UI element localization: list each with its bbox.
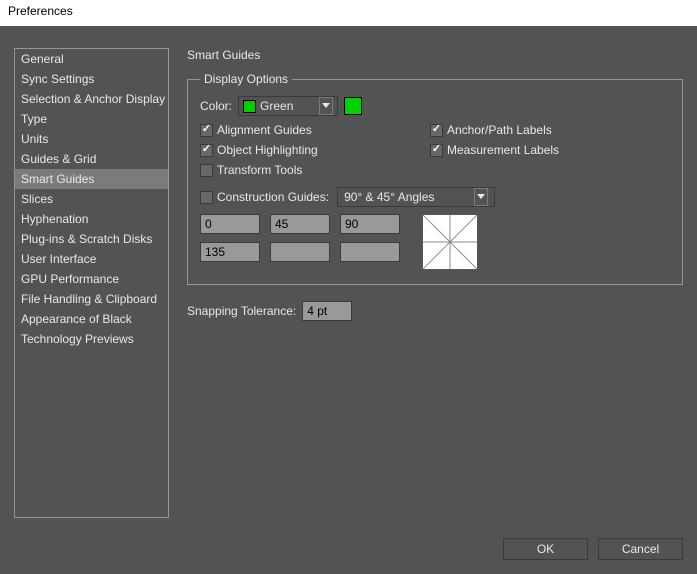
checkbox-icon	[430, 124, 443, 137]
smart-guides-panel: Smart Guides Display Options Color: Gree…	[187, 48, 683, 532]
cancel-button[interactable]: Cancel	[598, 538, 683, 560]
angle-field-2[interactable]: 90	[340, 214, 400, 234]
checkbox-icon	[430, 144, 443, 157]
object-highlighting-label: Object Highlighting	[217, 143, 318, 157]
angle-preview-icon	[422, 214, 478, 270]
checkbox-icon	[200, 191, 213, 204]
measurement-labels-label: Measurement Labels	[447, 143, 559, 157]
anchor-path-labels-label: Anchor/Path Labels	[447, 123, 552, 137]
sidebar-item-gpu-performance[interactable]: GPU Performance	[15, 269, 168, 289]
checkbox-icon	[200, 124, 213, 137]
color-swatch-icon	[243, 100, 256, 113]
object-highlighting-checkbox[interactable]: Object Highlighting	[200, 143, 430, 157]
dropdown-arrow-icon	[474, 188, 488, 206]
sidebar-item-general[interactable]: General	[15, 49, 168, 69]
sidebar-item-hyphenation[interactable]: Hyphenation	[15, 209, 168, 229]
category-sidebar: General Sync Settings Selection & Anchor…	[14, 48, 169, 518]
angle-field-0[interactable]: 0	[200, 214, 260, 234]
checkbox-icon	[200, 164, 213, 177]
angle-field-1[interactable]: 45	[270, 214, 330, 234]
sidebar-item-sync-settings[interactable]: Sync Settings	[15, 69, 168, 89]
color-name: Green	[260, 99, 293, 113]
angle-field-3[interactable]: 135	[200, 242, 260, 262]
panel-title: Smart Guides	[187, 48, 683, 62]
transform-tools-checkbox[interactable]: Transform Tools	[200, 163, 430, 177]
sidebar-item-file-handling[interactable]: File Handling & Clipboard	[15, 289, 168, 309]
construction-guides-checkbox[interactable]: Construction Guides:	[200, 190, 329, 204]
construction-guides-value: 90° & 45° Angles	[344, 190, 434, 204]
snapping-tolerance-label: Snapping Tolerance:	[187, 304, 296, 318]
snapping-tolerance-field[interactable]: 4 pt	[302, 301, 352, 321]
window-content: General Sync Settings Selection & Anchor…	[0, 26, 697, 574]
sidebar-item-slices[interactable]: Slices	[15, 189, 168, 209]
sidebar-item-type[interactable]: Type	[15, 109, 168, 129]
ok-button[interactable]: OK	[503, 538, 588, 560]
sidebar-item-units[interactable]: Units	[15, 129, 168, 149]
sidebar-item-plugins-scratch[interactable]: Plug-ins & Scratch Disks	[15, 229, 168, 249]
angle-field-4[interactable]	[270, 242, 330, 262]
checkbox-icon	[200, 144, 213, 157]
transform-tools-label: Transform Tools	[217, 163, 302, 177]
construction-guides-label: Construction Guides:	[217, 190, 329, 204]
preferences-window: Preferences General Sync Settings Select…	[0, 0, 697, 574]
sidebar-item-smart-guides[interactable]: Smart Guides	[15, 169, 168, 189]
angle-field-5[interactable]	[340, 242, 400, 262]
sidebar-item-technology-previews[interactable]: Technology Previews	[15, 329, 168, 349]
alignment-guides-checkbox[interactable]: Alignment Guides	[200, 123, 430, 137]
angle-inputs: 0 45 90 135	[200, 214, 400, 264]
dialog-buttons: OK Cancel	[14, 532, 683, 560]
display-options-legend: Display Options	[200, 72, 292, 86]
sidebar-item-user-interface[interactable]: User Interface	[15, 249, 168, 269]
construction-guides-dropdown[interactable]: 90° & 45° Angles	[337, 187, 495, 207]
sidebar-item-selection-anchor[interactable]: Selection & Anchor Display	[15, 89, 168, 109]
window-title: Preferences	[0, 0, 697, 26]
measurement-labels-checkbox[interactable]: Measurement Labels	[430, 143, 670, 157]
sidebar-item-guides-grid[interactable]: Guides & Grid	[15, 149, 168, 169]
alignment-guides-label: Alignment Guides	[217, 123, 312, 137]
color-dropdown[interactable]: Green	[238, 96, 338, 116]
sidebar-item-appearance-black[interactable]: Appearance of Black	[15, 309, 168, 329]
display-options-group: Display Options Color: Green	[187, 72, 683, 285]
color-swatch-preview[interactable]	[344, 97, 362, 115]
color-label: Color:	[200, 99, 232, 113]
dropdown-arrow-icon	[319, 97, 333, 115]
anchor-path-labels-checkbox[interactable]: Anchor/Path Labels	[430, 123, 670, 137]
